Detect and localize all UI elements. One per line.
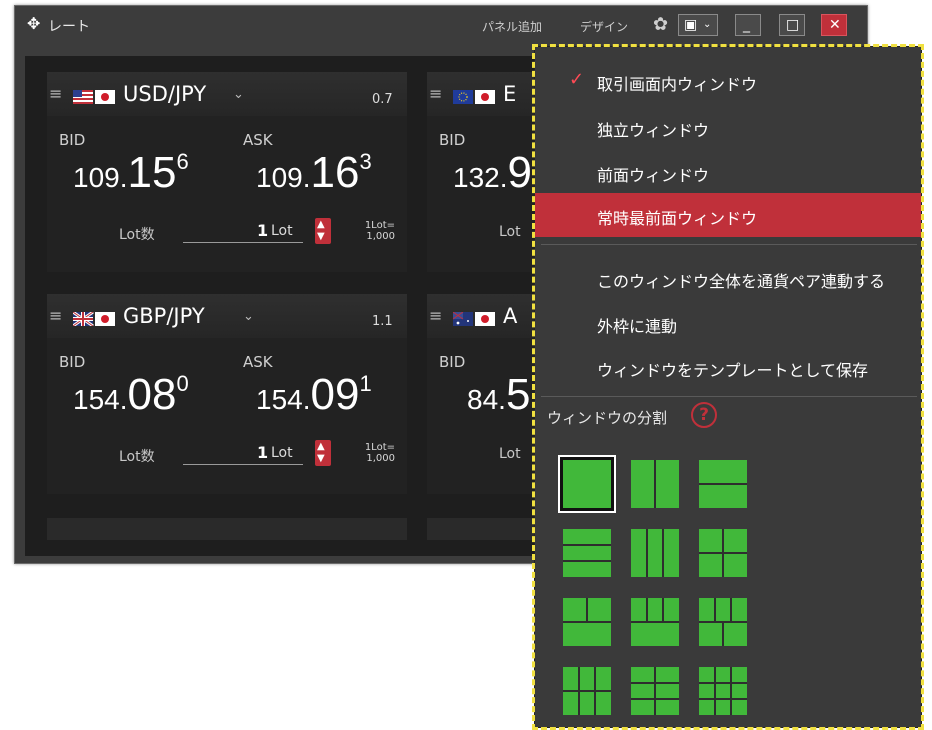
layout-top-split-bottom-full[interactable] [563, 598, 611, 646]
menu-item-front-window[interactable]: 前面ウィンドウ [535, 150, 921, 194]
spread-value: 0.7 [372, 92, 393, 107]
ask-label: ASK [243, 353, 273, 371]
help-icon[interactable]: ? [691, 402, 717, 428]
maximize-icon: □ [786, 17, 800, 33]
minimize-button[interactable]: _ [735, 14, 761, 36]
menu-item-link-outer-frame[interactable]: 外枠に連動 [535, 301, 921, 345]
menu-divider [541, 396, 917, 397]
menu-icon[interactable]: ≡ [429, 84, 442, 103]
rate-panel-empty [47, 518, 407, 540]
layout-dropdown-button[interactable]: ▣ ⌄ [678, 14, 718, 36]
minimize-icon: _ [743, 17, 750, 33]
currency-pair[interactable]: USD/JPY [123, 82, 206, 106]
lot-stepper[interactable]: ▲ ▼ [315, 440, 331, 466]
layout-2-rows[interactable] [699, 460, 747, 508]
window-split-title: ウィンドウの分割 [547, 409, 668, 427]
currency-pair[interactable]: A [503, 304, 517, 328]
menu-icon[interactable]: ≡ [49, 84, 62, 103]
rate-panel-gbpjpy: ≡ GBP/JPY ⌄ 1.1 BID ASK 154.080 154.091 … [47, 294, 407, 494]
panel-header: ≡ USD/JPY ⌄ 0.7 [47, 72, 407, 116]
design-button[interactable]: デザイン [580, 18, 628, 35]
lot-label: Lot [499, 224, 521, 240]
lot-input[interactable]: 1 Lot [183, 438, 303, 465]
layout-3-rows[interactable] [563, 529, 611, 577]
gb-jp-flag-icon [73, 312, 115, 326]
lot-label: Lot数 [119, 227, 155, 243]
spread-value: 1.1 [372, 314, 393, 329]
layout-3x3[interactable] [699, 667, 747, 715]
currency-pair[interactable]: GBP/JPY [123, 304, 205, 328]
bid-price[interactable]: 84.5 [467, 370, 530, 420]
menu-divider [541, 244, 917, 245]
move-icon[interactable]: ✥ [27, 16, 40, 32]
layout-3x2[interactable] [563, 667, 611, 715]
menu-icon[interactable]: ≡ [429, 306, 442, 325]
menu-item-save-template[interactable]: ウィンドウをテンプレートとして保存 [535, 345, 921, 389]
au-jp-flag-icon [453, 312, 495, 326]
window-title: レート [48, 19, 90, 35]
currency-pair[interactable]: E [503, 82, 516, 106]
close-icon: ✕ [829, 17, 841, 33]
bid-label: BID [59, 131, 86, 149]
lot-label: Lot [499, 446, 521, 462]
eu-jp-flag-icon [453, 90, 495, 104]
bid-price[interactable]: 109.156 [73, 148, 189, 198]
us-jp-flag-icon [73, 90, 115, 104]
bid-label: BID [439, 353, 466, 371]
lot-stepper[interactable]: ▲ ▼ [315, 218, 331, 244]
layout-2-columns[interactable] [631, 460, 679, 508]
maximize-button[interactable]: □ [779, 14, 805, 36]
panel-body: BID ASK 109.156 109.163 Lot数 1 Lot ▲ ▼ 1L… [47, 116, 407, 272]
panel-add-button[interactable]: パネル追加 [482, 18, 542, 35]
layout-top-3-bottom-2[interactable] [699, 598, 747, 646]
layout-dropdown-icon: ▣ [684, 17, 698, 33]
window-mode-menu: ✓ 取引画面内ウィンドウ 独立ウィンドウ 前面ウィンドウ 常時最前面ウィンドウ … [532, 44, 924, 730]
bid-price[interactable]: 132.9 [453, 148, 532, 198]
gear-icon[interactable]: ✿ [653, 14, 668, 35]
layout-2x2[interactable] [699, 529, 747, 577]
lot-input[interactable]: 1 Lot [183, 216, 303, 243]
layout-top-3-bottom-full[interactable] [631, 598, 679, 646]
panel-header: ≡ GBP/JPY ⌄ 1.1 [47, 294, 407, 338]
bid-label: BID [59, 353, 86, 371]
title-bar[interactable]: ✥ レート パネル追加 デザイン ✿ ▣ ⌄ _ □ ✕ [15, 6, 867, 44]
checkmark-icon: ✓ [569, 69, 585, 90]
menu-item-link-currency-pair[interactable]: このウィンドウ全体を通貨ペア連動する [535, 256, 921, 300]
menu-item-in-screen-window[interactable]: ✓ 取引画面内ウィンドウ [535, 59, 921, 103]
menu-item-independent-window[interactable]: 独立ウィンドウ [535, 105, 921, 149]
ask-price[interactable]: 154.091 [256, 370, 372, 420]
lot-unit-note: 1Lot= 1,000 [364, 220, 395, 242]
layout-2x3[interactable] [631, 667, 679, 715]
chevron-down-icon[interactable]: ⌄ [233, 87, 244, 102]
layout-3-columns[interactable] [631, 529, 679, 577]
ask-price[interactable]: 109.163 [256, 148, 372, 198]
menu-item-always-on-top-window[interactable]: 常時最前面ウィンドウ [535, 193, 921, 237]
menu-icon[interactable]: ≡ [49, 306, 62, 325]
rate-panel-usdjpy: ≡ USD/JPY ⌄ 0.7 BID ASK 109.156 109.163 … [47, 72, 407, 272]
lot-unit-note: 1Lot= 1,000 [364, 442, 395, 464]
chevron-down-icon: ⌄ [703, 19, 712, 30]
panel-body: BID ASK 154.080 154.091 Lot数 1 Lot ▲ ▼ 1L… [47, 338, 407, 494]
chevron-down-icon[interactable]: ⌄ [243, 309, 254, 324]
ask-label: ASK [243, 131, 273, 149]
lot-label: Lot数 [119, 449, 155, 465]
bid-label: BID [439, 131, 466, 149]
close-button[interactable]: ✕ [821, 14, 847, 36]
layout-1x1[interactable] [560, 457, 614, 511]
bid-price[interactable]: 154.080 [73, 370, 189, 420]
